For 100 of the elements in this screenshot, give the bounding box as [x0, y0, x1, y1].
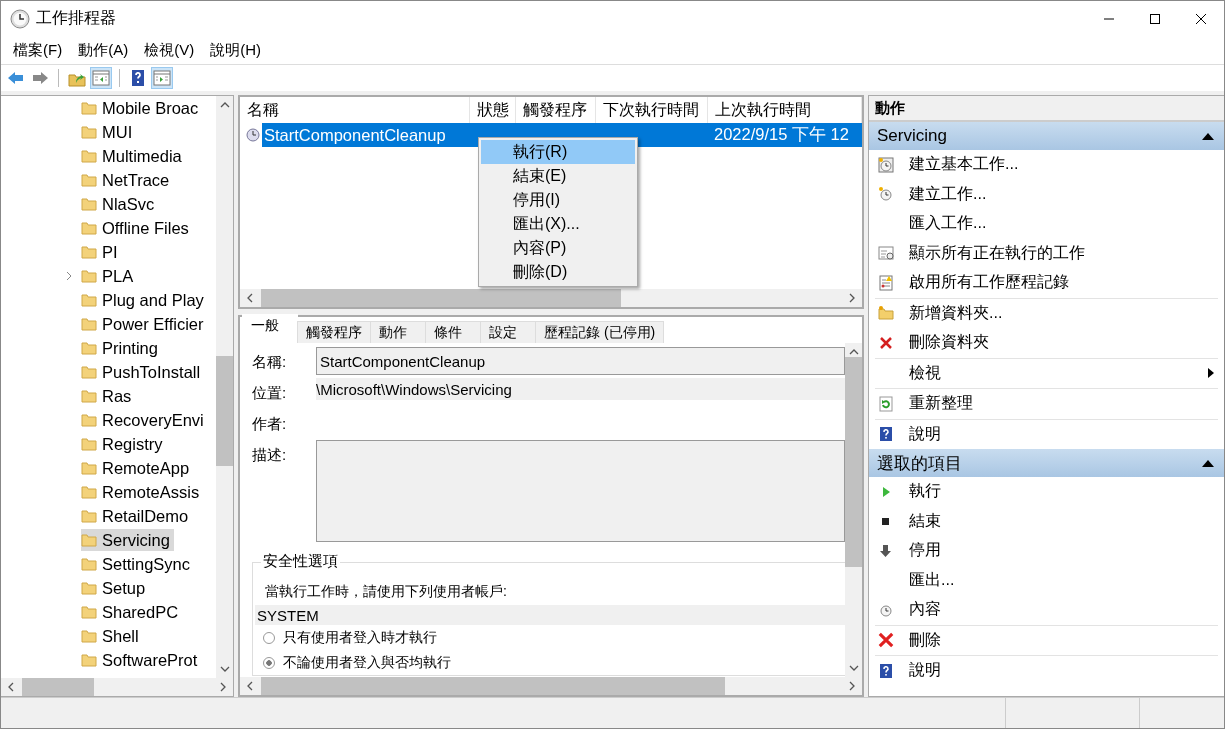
scroll-down-icon[interactable] — [848, 663, 859, 673]
tree-item[interactable]: Printing — [81, 337, 162, 359]
horizontal-scrollbar[interactable] — [1, 678, 233, 696]
action-item[interactable]: 刪除資料夾 — [869, 328, 1224, 358]
folder-icon — [81, 269, 97, 283]
submenu-arrow-icon — [1208, 368, 1214, 379]
tree-item[interactable]: PLA — [81, 265, 138, 287]
tab[interactable]: 觸發程序 — [297, 321, 371, 343]
tree-node[interactable]: Printing — [65, 337, 162, 359]
scroll-down-icon[interactable] — [219, 664, 230, 674]
tree-node[interactable]: Registry — [65, 433, 167, 455]
menu-item[interactable]: 動作(A) — [70, 40, 137, 60]
folder-icon — [81, 173, 97, 187]
radio-icon[interactable] — [263, 656, 275, 669]
name-field[interactable]: StartComponentCleanup — [316, 347, 845, 375]
scroll-up-icon[interactable] — [848, 347, 859, 357]
tab[interactable]: 歷程記錄 (已停用) — [535, 321, 665, 343]
menu-item[interactable]: 刪除(D) — [481, 260, 635, 284]
tree-node[interactable]: Setup — [65, 577, 150, 599]
menu-item[interactable]: 內容(P) — [481, 236, 635, 260]
scrollbar-thumb[interactable] — [216, 356, 233, 466]
action-item[interactable]: 執行 — [869, 477, 1224, 507]
action-item[interactable]: 新增資料夾... — [869, 298, 1224, 328]
clock-icon — [246, 128, 260, 142]
account-field: SYSTEM — [255, 605, 845, 625]
menu-item[interactable]: 說明(H) — [202, 40, 269, 60]
scroll-left-icon[interactable] — [6, 682, 16, 692]
action-item[interactable]: 匯入工作... — [869, 209, 1224, 239]
expand-icon[interactable] — [65, 271, 73, 281]
scroll-left-icon[interactable] — [245, 681, 255, 691]
section-header[interactable]: Servicing — [869, 122, 1224, 150]
folder-icon — [81, 509, 97, 523]
collapse-icon[interactable] — [1202, 132, 1214, 140]
folder-icon — [81, 485, 97, 499]
field-label: 描述: — [252, 445, 288, 465]
tree-node[interactable]: Ras — [65, 385, 136, 407]
description-field[interactable] — [316, 440, 845, 542]
pane-toggle-button[interactable] — [151, 67, 173, 89]
tab[interactable]: 動作 — [370, 321, 426, 343]
folder-icon — [81, 413, 97, 427]
action-item[interactable]: 建立基本工作... — [869, 150, 1224, 180]
tree-item[interactable]: Ras — [81, 385, 136, 407]
scrollbar-thumb[interactable] — [261, 677, 725, 695]
tree-item[interactable]: Shell — [81, 625, 143, 647]
vertical-scrollbar[interactable] — [845, 343, 862, 677]
tab[interactable]: 條件 — [425, 321, 481, 343]
action-item[interactable]: 刪除 — [869, 625, 1224, 655]
folder-icon — [81, 557, 97, 571]
folder-icon — [81, 653, 97, 667]
action-item[interactable]: 匯出... — [869, 565, 1224, 595]
tree-item[interactable]: PI — [81, 241, 122, 263]
folder-icon — [81, 341, 97, 355]
scroll-right-icon[interactable] — [847, 681, 857, 691]
tree-node[interactable]: Shell — [65, 625, 143, 647]
scrollbar-thumb[interactable] — [845, 357, 862, 567]
tree-item[interactable]: NlaSvc — [81, 193, 159, 215]
action-item[interactable]: 結束 — [869, 506, 1224, 536]
scroll-left-icon[interactable] — [245, 293, 255, 303]
tree-node[interactable]: NlaSvc — [65, 193, 159, 215]
menu-item[interactable]: 檢視(V) — [136, 40, 203, 60]
scrollbar-thumb[interactable] — [22, 678, 95, 696]
vertical-scrollbar[interactable] — [216, 96, 233, 678]
folder-icon — [81, 101, 97, 115]
scroll-right-icon[interactable] — [218, 682, 228, 692]
scroll-right-icon[interactable] — [847, 293, 857, 303]
tree-item[interactable]: MUI — [81, 121, 137, 143]
pane-toggle-button[interactable] — [90, 67, 112, 89]
scrollbar-thumb[interactable] — [261, 289, 621, 307]
folder-icon — [81, 245, 97, 259]
section-header[interactable]: 選取的項目 — [869, 449, 1224, 477]
menu-item[interactable]: 停用(I) — [481, 188, 635, 212]
tab[interactable]: 設定 — [480, 321, 536, 343]
horizontal-scrollbar[interactable] — [240, 677, 862, 695]
radio-icon[interactable] — [263, 631, 275, 644]
folder-icon — [81, 293, 97, 307]
menu-item[interactable]: 執行(R) — [481, 140, 635, 164]
tree-node[interactable]: MUI — [65, 121, 137, 143]
action-item[interactable]: 說明 — [869, 656, 1224, 686]
action-item[interactable]: 啟用所有工作歷程記錄 — [869, 268, 1224, 298]
action-item[interactable]: 停用 — [869, 536, 1224, 566]
radio-option[interactable]: 不論使用者登入與否均執行 — [263, 650, 845, 675]
action-item[interactable]: 建立工作... — [869, 179, 1224, 209]
tree-item[interactable]: Registry — [81, 433, 167, 455]
action-item[interactable]: 說明 — [869, 419, 1224, 449]
action-item[interactable]: 檢視 — [869, 358, 1224, 388]
horizontal-scrollbar[interactable] — [240, 289, 862, 307]
scroll-up-icon[interactable] — [219, 100, 230, 110]
tree-node[interactable]: PI — [65, 241, 122, 263]
action-item[interactable]: 顯示所有正在執行的工作 — [869, 238, 1224, 268]
tree-item[interactable]: Setup — [81, 577, 150, 599]
folder-icon — [81, 125, 97, 139]
menu-item[interactable]: 結束(E) — [481, 164, 635, 188]
menu-item[interactable]: 匯出(X)... — [481, 212, 635, 236]
radio-option[interactable]: 只有使用者登入時才執行 — [263, 625, 845, 650]
action-item[interactable]: 重新整理 — [869, 389, 1224, 419]
tree-node[interactable]: PLA — [65, 265, 138, 287]
collapse-icon[interactable] — [1202, 459, 1214, 467]
menu-item[interactable]: 檔案(F) — [5, 40, 71, 60]
action-item[interactable]: 內容 — [869, 595, 1224, 625]
field-value: \Microsoft\Windows\Servicing — [316, 378, 845, 400]
